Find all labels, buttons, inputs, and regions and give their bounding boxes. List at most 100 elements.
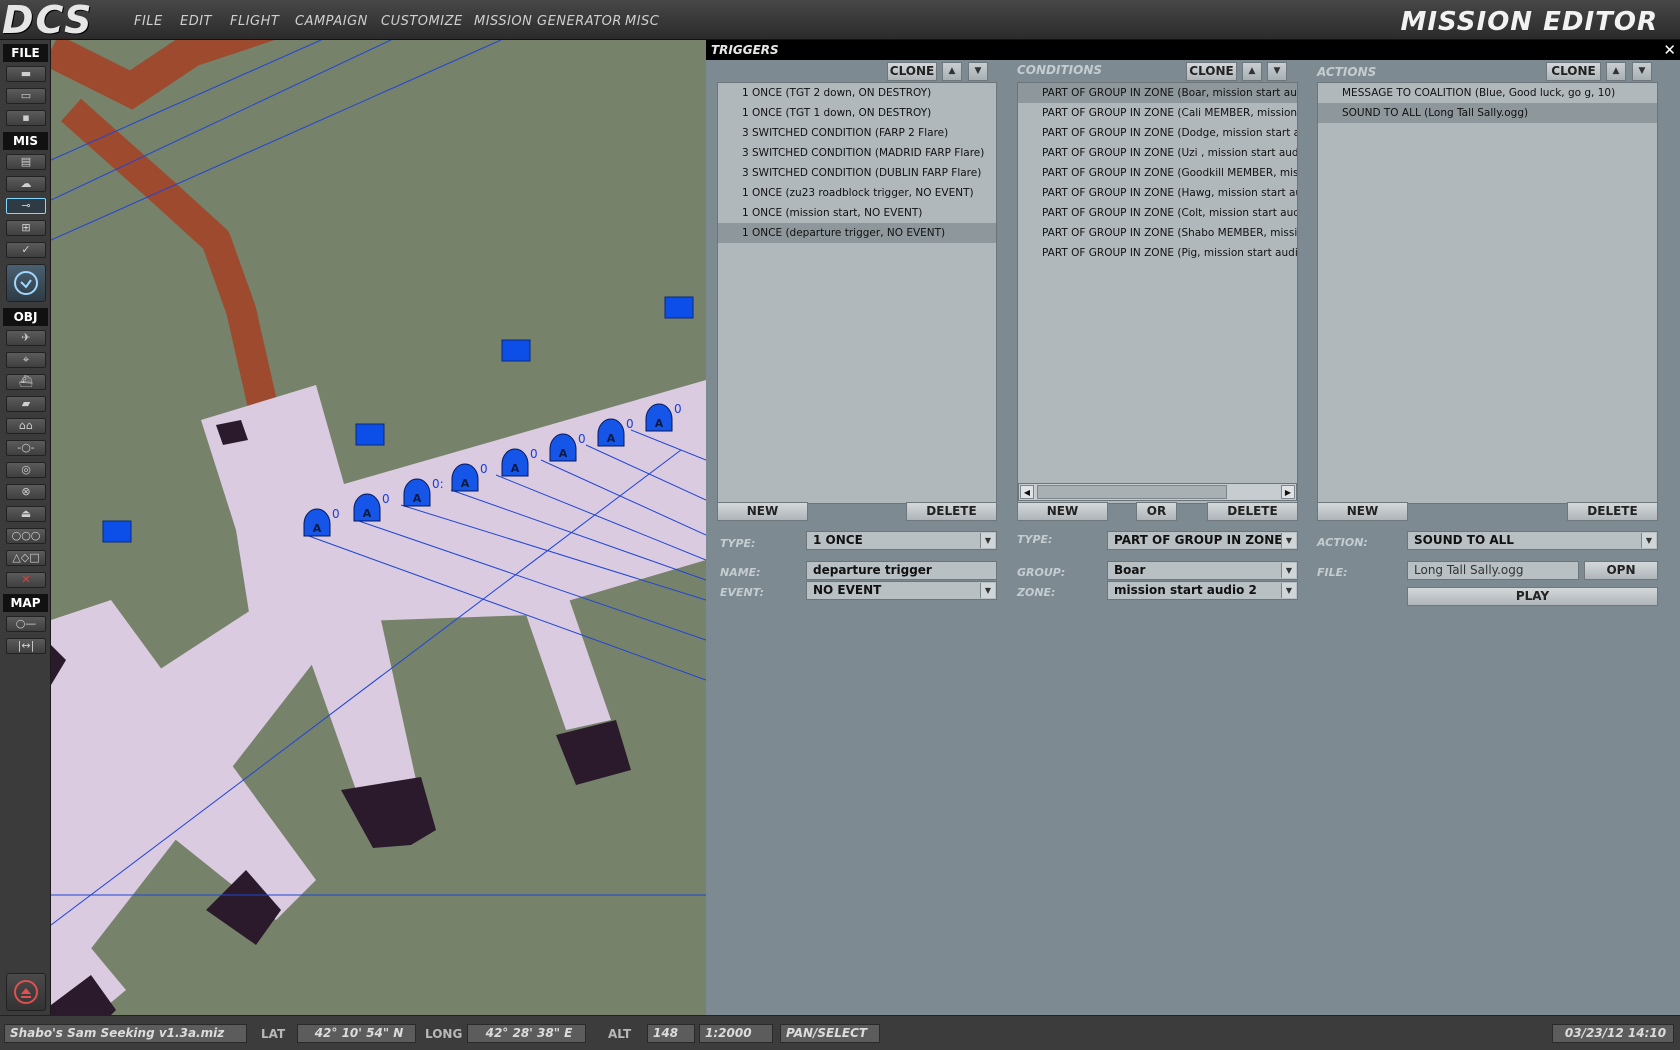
list-item-selected[interactable]: PART OF GROUP IN ZONE (Boar, mission sta…: [1018, 83, 1297, 103]
check-button[interactable]: ✓: [6, 242, 46, 258]
new-file-button[interactable]: ▬: [6, 66, 46, 82]
briefing-button[interactable]: ▤: [6, 154, 46, 170]
trigger-up-button[interactable]: ▲: [942, 62, 962, 81]
scroll-right-icon[interactable]: ▶: [1281, 485, 1295, 499]
triggers-button[interactable]: ⊸: [6, 198, 46, 214]
save-file-button[interactable]: ▪: [6, 110, 46, 126]
checkmark-icon: ✓: [21, 243, 31, 256]
chevron-down-icon[interactable]: ▼: [1281, 583, 1296, 598]
chevron-down-icon[interactable]: ▼: [980, 583, 995, 598]
list-item[interactable]: MESSAGE TO COALITION (Blue, Good luck, g…: [1318, 83, 1657, 103]
add-farp-button[interactable]: ⏏: [6, 506, 46, 522]
list-item-selected[interactable]: SOUND TO ALL (Long Tall Sally.ogg): [1318, 103, 1657, 123]
delete-condition-button[interactable]: DELETE: [1207, 502, 1298, 521]
menu-mission-generator[interactable]: MISSION GENERATOR: [474, 14, 622, 29]
list-item[interactable]: PART OF GROUP IN ZONE (Colt, mission sta…: [1018, 203, 1297, 223]
menu-customize[interactable]: CUSTOMIZE: [381, 14, 463, 29]
list-item[interactable]: PART OF GROUP IN ZONE (Goodkill MEMBER, …: [1018, 163, 1297, 183]
list-item[interactable]: 1 ONCE (TGT 2 down, ON DESTROY): [718, 83, 996, 103]
new-action-button[interactable]: NEW: [1317, 502, 1408, 521]
clone-trigger-button[interactable]: CLONE: [887, 62, 937, 81]
delete-trigger-button[interactable]: DELETE: [906, 502, 997, 521]
map-canvas[interactable]: A0 A0 A0: A0 A0 A0 A0 A0: [51, 40, 706, 1015]
chevron-down-icon[interactable]: ▼: [1641, 533, 1656, 548]
ruler-button[interactable]: |↔|: [6, 638, 46, 654]
action-up-button[interactable]: ▲: [1606, 62, 1626, 81]
open-file-button[interactable]: OPN: [1584, 561, 1658, 580]
menu-misc[interactable]: MISC: [625, 14, 659, 29]
map-scale[interactable]: 1:2000: [699, 1024, 773, 1043]
add-static-button[interactable]: ⌂⌂: [6, 418, 46, 434]
list-item[interactable]: 3 SWITCHED CONDITION (DUBLIN FARP Flare): [718, 163, 996, 183]
list-item[interactable]: 1 ONCE (TGT 1 down, ON DESTROY): [718, 103, 996, 123]
clone-action-button[interactable]: CLONE: [1546, 62, 1601, 81]
trigger-type-select[interactable]: 1 ONCE ▼: [806, 531, 997, 550]
play-sound-button[interactable]: PLAY: [1407, 587, 1658, 606]
blue-unit[interactable]: [664, 296, 694, 319]
chevron-down-icon[interactable]: ▼: [980, 533, 995, 548]
list-item[interactable]: 1 ONCE (mission start, NO EVENT): [718, 203, 996, 223]
add-plane-button[interactable]: ✈: [6, 330, 46, 346]
time-button[interactable]: [6, 264, 46, 302]
triggers-list[interactable]: 1 ONCE (TGT 2 down, ON DESTROY) 1 ONCE (…: [717, 82, 997, 504]
add-vehicle-button[interactable]: ▰: [6, 396, 46, 412]
condition-up-button[interactable]: ▲: [1242, 62, 1262, 81]
list-item[interactable]: PART OF GROUP IN ZONE (Cali MEMBER, miss…: [1018, 103, 1297, 123]
clone-condition-button[interactable]: CLONE: [1186, 62, 1237, 81]
menu-edit[interactable]: EDIT: [180, 14, 212, 29]
scroll-thumb[interactable]: [1037, 485, 1227, 499]
map-view[interactable]: A 0 A 0 A 0: A 0 A 0 A 0 A 0 A 0: [51, 40, 706, 1015]
conditions-list[interactable]: PART OF GROUP IN ZONE (Boar, mission sta…: [1017, 82, 1298, 504]
add-shapes-button[interactable]: △◇□: [6, 550, 46, 566]
action-type-select[interactable]: SOUND TO ALL ▼: [1407, 531, 1658, 550]
eject-button[interactable]: [6, 973, 46, 1011]
action-file-input[interactable]: Long Tall Sally.ogg: [1407, 561, 1579, 580]
add-ship-button[interactable]: ⛴: [6, 374, 46, 390]
list-item[interactable]: PART OF GROUP IN ZONE (Uzi , mission sta…: [1018, 143, 1297, 163]
new-trigger-button[interactable]: NEW: [717, 502, 808, 521]
action-down-button[interactable]: ▼: [1632, 62, 1652, 81]
menu-campaign[interactable]: CAMPAIGN: [295, 14, 368, 29]
condition-group-select[interactable]: Boar ▼: [1107, 561, 1298, 580]
blue-unit[interactable]: [501, 339, 531, 362]
condition-type-select[interactable]: PART OF GROUP IN ZONE ▼: [1107, 531, 1298, 550]
blue-unit[interactable]: [355, 423, 385, 446]
chevron-down-icon[interactable]: ▼: [1281, 533, 1296, 548]
add-template-button[interactable]: ○○○: [6, 528, 46, 544]
scroll-left-icon[interactable]: ◀: [1020, 485, 1034, 499]
open-file-button[interactable]: ▭: [6, 88, 46, 104]
add-nav-point-button[interactable]: ⊗: [6, 484, 46, 500]
section-obj-label: OBJ: [3, 308, 48, 326]
blue-unit[interactable]: [102, 520, 132, 543]
list-item[interactable]: PART OF GROUP IN ZONE (Dodge, mission st…: [1018, 123, 1297, 143]
list-item[interactable]: 3 SWITCHED CONDITION (FARP 2 Flare): [718, 123, 996, 143]
list-item[interactable]: PART OF GROUP IN ZONE (Shabo MEMBER, mis…: [1018, 223, 1297, 243]
add-zone-button[interactable]: ◎: [6, 462, 46, 478]
menu-flight[interactable]: FLIGHT: [230, 14, 279, 29]
delete-action-button[interactable]: DELETE: [1567, 502, 1658, 521]
close-icon[interactable]: ✕: [1663, 41, 1676, 59]
list-item[interactable]: PART OF GROUP IN ZONE (Pig, mission star…: [1018, 243, 1297, 263]
add-waypoint-button[interactable]: -○-: [6, 440, 46, 456]
list-item[interactable]: PART OF GROUP IN ZONE (Hawg, mission sta…: [1018, 183, 1297, 203]
trigger-name-input[interactable]: departure trigger: [806, 561, 997, 580]
condition-down-button[interactable]: ▼: [1267, 62, 1287, 81]
delete-object-button[interactable]: ✕: [6, 572, 46, 588]
condition-zone-select[interactable]: mission start audio 2 ▼: [1107, 581, 1298, 600]
alt-value: 148: [647, 1024, 695, 1043]
new-condition-button[interactable]: NEW: [1017, 502, 1108, 521]
actions-list[interactable]: MESSAGE TO COALITION (Blue, Good luck, g…: [1317, 82, 1658, 504]
trigger-event-select[interactable]: NO EVENT ▼: [806, 581, 997, 600]
menu-file[interactable]: FILE: [134, 14, 163, 29]
rules-button[interactable]: ⊞: [6, 220, 46, 236]
list-item[interactable]: 3 SWITCHED CONDITION (MADRID FARP Flare): [718, 143, 996, 163]
list-item-selected[interactable]: 1 ONCE (departure trigger, NO EVENT): [718, 223, 996, 243]
add-helicopter-button[interactable]: ⌖: [6, 352, 46, 368]
map-options-button[interactable]: ○—: [6, 616, 46, 632]
conditions-hscrollbar[interactable]: ◀ ▶: [1018, 483, 1297, 501]
or-condition-button[interactable]: OR: [1136, 502, 1177, 521]
weather-button[interactable]: ☁: [6, 176, 46, 192]
list-item[interactable]: 1 ONCE (zu23 roadblock trigger, NO EVENT…: [718, 183, 996, 203]
chevron-down-icon[interactable]: ▼: [1281, 563, 1296, 578]
trigger-down-button[interactable]: ▼: [968, 62, 988, 81]
